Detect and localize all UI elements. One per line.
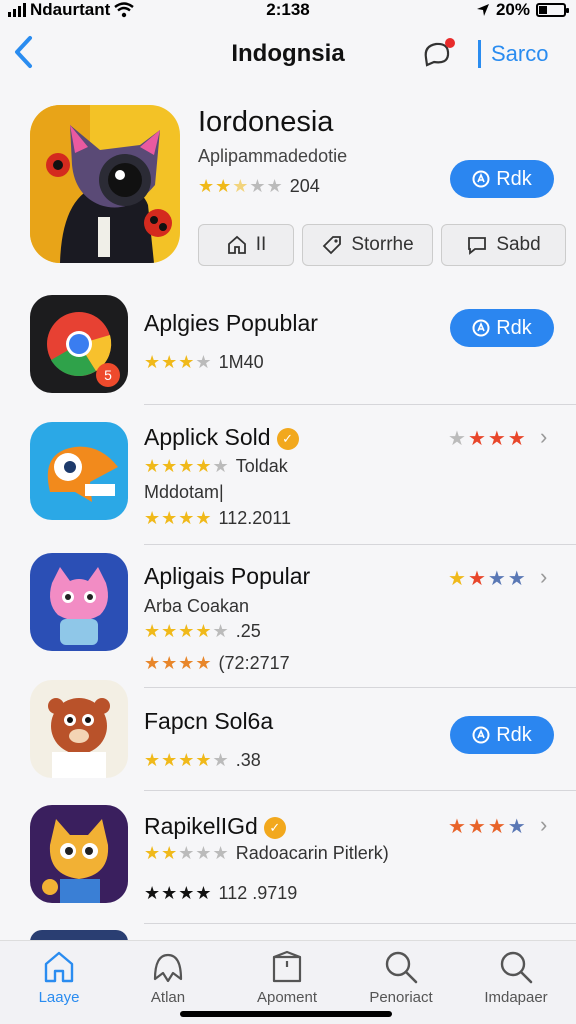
navigation-bar: Indognsia Sarco: [0, 30, 576, 80]
tab-discover[interactable]: Imdapaer: [466, 949, 566, 1006]
app-rating: ★★★★ 1M40: [144, 352, 264, 372]
app-developer: Mddotam|: [144, 482, 224, 502]
app-rating-count: 112 .9719: [218, 883, 298, 903]
tab-label: Imdapaer: [484, 989, 548, 1006]
app-store-icon: [472, 170, 490, 188]
divider: [144, 687, 576, 688]
location-arrow-icon: [476, 4, 489, 16]
rating-count: 204: [289, 176, 320, 196]
featured-app-rating: ★★★★★ 204: [198, 176, 320, 197]
featured-get-button[interactable]: Rdk: [450, 160, 554, 198]
app-name-row: Applick Sold ✓: [144, 424, 299, 451]
get-button[interactable]: Rdk: [450, 716, 554, 754]
featured-app-icon[interactable]: [30, 105, 180, 263]
tab-label: Atlan: [150, 989, 186, 1006]
featured-app-name: Iordonesia: [198, 106, 334, 138]
app-name-row: RapikelIGd ✓: [144, 813, 286, 840]
message-icon: [468, 237, 487, 255]
app-rating-secondary: ★★★★ (72:2717: [144, 653, 290, 673]
right-rating-stars: ★★★★: [448, 568, 528, 590]
home-icon: [44, 951, 74, 983]
app-rating-secondary: ★★★★ 112.2011: [144, 508, 291, 528]
rating-stars: ★★★★★: [198, 176, 284, 196]
status-bar: Ndaurtant 2:138 20%: [0, 0, 576, 22]
notification-badge: [445, 38, 455, 48]
tab-apps[interactable]: Atlan: [118, 949, 218, 1006]
app-name: Apligais Popular: [144, 563, 311, 589]
app-rating: ★★★★★ .25: [144, 621, 261, 641]
app-rating: ★★★★★ Radoacarin Pitlerk): [144, 843, 389, 863]
tent-icon: [153, 953, 183, 983]
chip-store-label: Storrhe: [351, 234, 414, 255]
app-name: RapikelIGd: [144, 813, 258, 839]
app-rating-count: 112.2011: [218, 508, 291, 528]
search-link[interactable]: Sarco: [478, 40, 548, 68]
tab-arcade[interactable]: Apoment: [237, 949, 337, 1006]
get-button-label: Rdk: [496, 723, 532, 746]
app-rating-count: (72:2717: [218, 653, 290, 673]
fox-app-icon: [30, 805, 128, 903]
cat-app-icon: [30, 553, 128, 651]
divider: [144, 404, 576, 405]
home-icon: [227, 235, 246, 254]
search-icon: [500, 951, 533, 984]
app-name: Fapcn Sol6a: [144, 708, 274, 734]
get-button-label: Rdk: [496, 316, 532, 339]
tab-search[interactable]: Penoriact: [351, 949, 451, 1006]
tab-label: Laaye: [38, 989, 80, 1006]
app-rating-text: Toldak: [235, 456, 288, 476]
tab-label: Apoment: [256, 989, 318, 1006]
tab-home[interactable]: Laaye: [9, 949, 109, 1006]
tag-icon: [323, 236, 342, 255]
battery-percent: 20%: [495, 0, 530, 19]
chip-home[interactable]: II: [198, 224, 294, 266]
chevron-right-icon[interactable]: ›: [540, 424, 547, 450]
app-store-icon: [472, 726, 490, 744]
app-rating-count: 1M40: [218, 352, 264, 372]
chrome-app-icon: 5: [30, 295, 128, 393]
beaver-app-icon: [30, 680, 128, 778]
divider: [144, 923, 576, 924]
chip-store[interactable]: Storrhe: [302, 224, 433, 266]
search-link-label: Sarco: [491, 41, 549, 66]
verified-badge-icon: ✓: [276, 427, 299, 450]
app-rating: ★★★★★ .38: [144, 750, 261, 770]
chevron-right-icon[interactable]: ›: [540, 564, 547, 590]
chip-share[interactable]: Sabd: [441, 224, 566, 266]
app-rating-text: .25: [235, 621, 261, 641]
app-rating: ★★★★★ Toldak: [144, 456, 288, 476]
right-rating-stars: ★★★★: [448, 428, 528, 450]
app-rating-secondary: ★★★★ 112 .9719: [144, 883, 298, 903]
app-name: Aplgies Popublar: [144, 310, 318, 336]
bird-app-icon: [30, 422, 128, 520]
home-indicator: [180, 1011, 392, 1017]
verified-badge-icon: ✓: [263, 816, 286, 839]
app-rating-text: .38: [235, 750, 261, 770]
featured-app-subtitle: Aplipammadedotie: [198, 146, 348, 166]
chip-home-label: II: [255, 234, 267, 255]
divider: [144, 544, 576, 545]
right-rating-stars: ★★★★: [448, 816, 528, 838]
box-icon: [272, 950, 302, 983]
svg-text:5: 5: [104, 367, 112, 383]
get-button-label: Rdk: [496, 167, 532, 190]
search-icon: [385, 951, 418, 984]
get-button[interactable]: Rdk: [450, 309, 554, 347]
divider: [144, 790, 576, 791]
chevron-right-icon[interactable]: ›: [540, 812, 547, 838]
app-store-icon: [472, 319, 490, 337]
battery-icon: [536, 3, 569, 17]
chip-share-label: Sabd: [496, 234, 541, 255]
app-developer: Arba Coakan: [144, 596, 250, 616]
app-name: Applick Sold: [144, 424, 271, 450]
tab-label: Penoriact: [369, 989, 433, 1006]
app-developer: Radoacarin Pitlerk): [235, 843, 389, 863]
